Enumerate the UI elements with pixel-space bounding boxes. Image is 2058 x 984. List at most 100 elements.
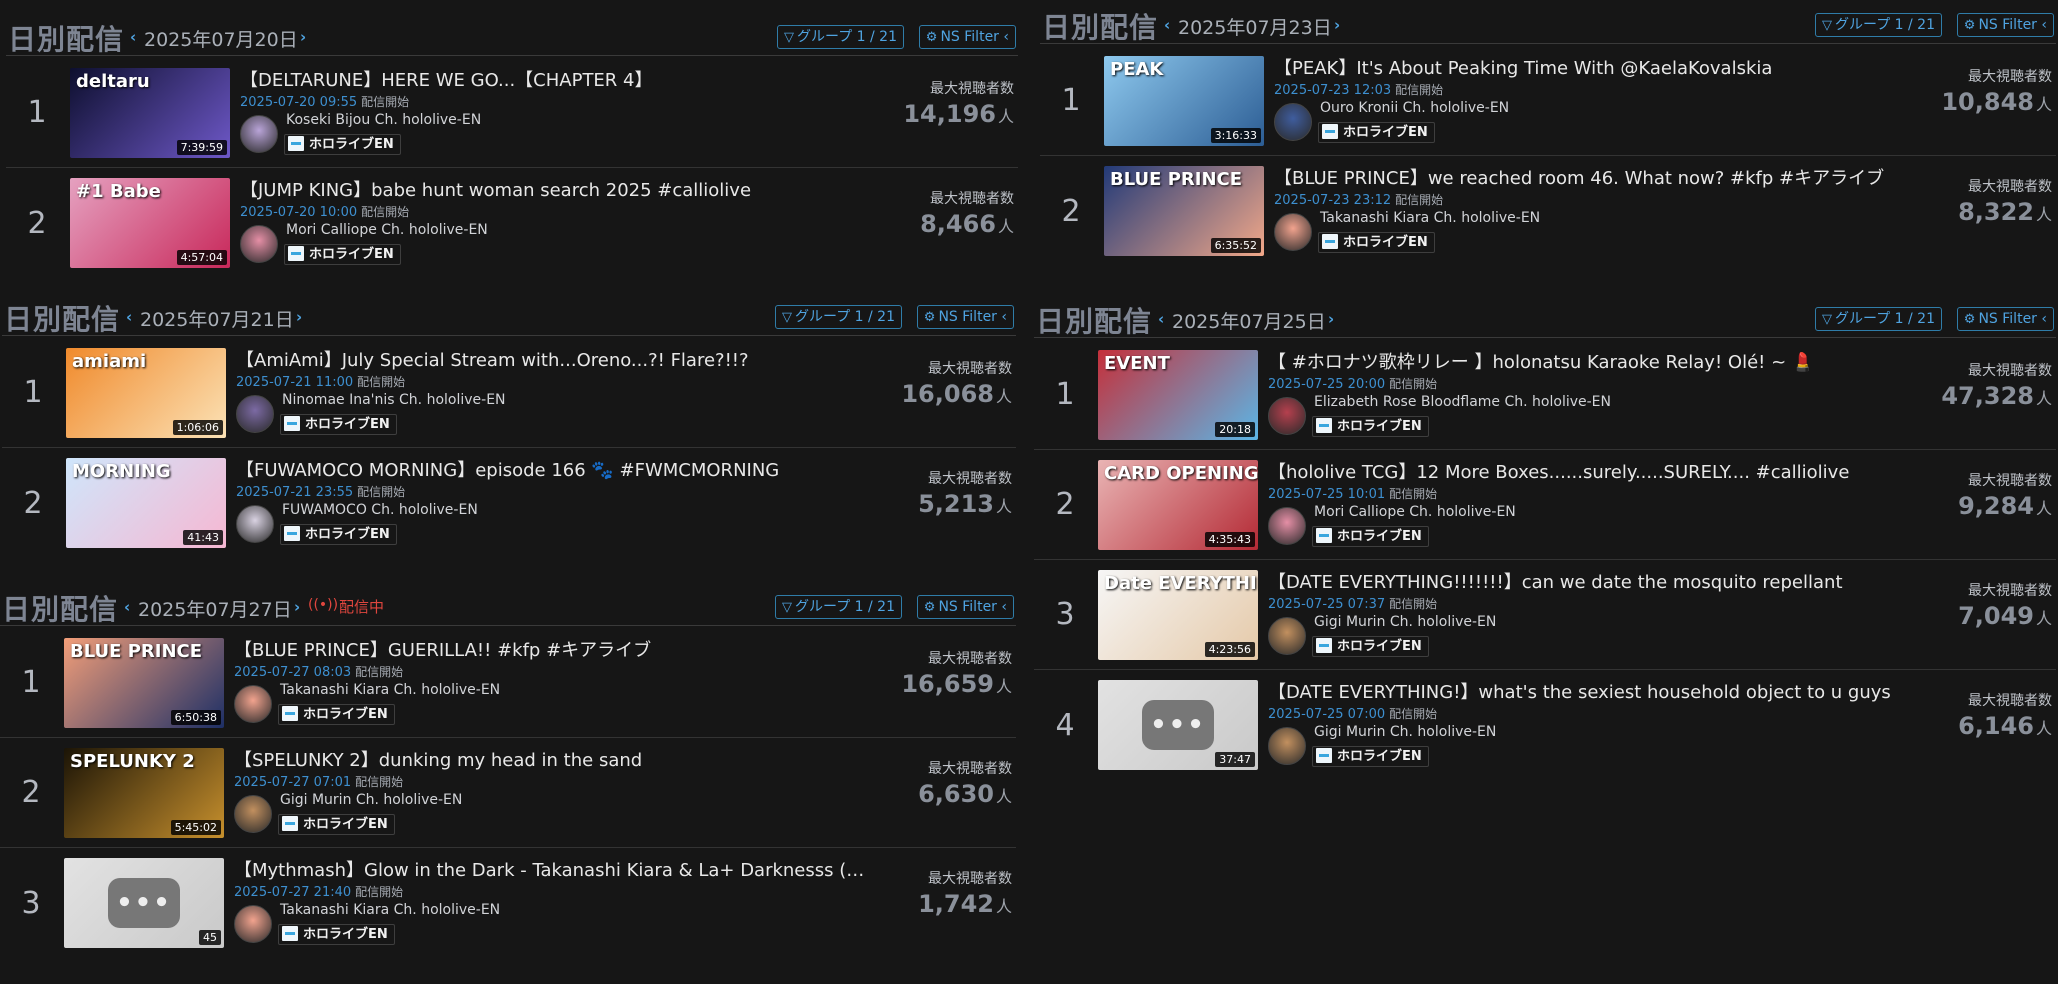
- prev-day-chevron-icon[interactable]: ‹: [130, 28, 136, 46]
- channel-name-link[interactable]: Takanashi Kiara Ch. hololive-EN: [280, 682, 500, 698]
- stream-list-item[interactable]: 2 BLUE PRINCE 6:35:52 【BLUE PRINCE】we reach…: [1040, 156, 2056, 266]
- stream-title-link[interactable]: 【AmiAmi】July Special Stream with...Oreno…: [236, 346, 866, 370]
- video-thumbnail[interactable]: BLUE PRINCE 6:50:38: [64, 638, 224, 728]
- video-thumbnail[interactable]: PEAK 3:16:33: [1104, 56, 1264, 146]
- channel-name-link[interactable]: Ouro Kronii Ch. hololive-EN: [1320, 100, 1509, 116]
- prev-day-chevron-icon[interactable]: ‹: [1164, 16, 1170, 34]
- video-thumbnail[interactable]: #1 Babe 4:57:04: [70, 178, 230, 268]
- ns-filter-button[interactable]: ⚙ NS Filter ‹: [916, 305, 1014, 329]
- ns-filter-button[interactable]: ⚙ NS Filter ‹: [918, 25, 1016, 49]
- channel-avatar[interactable]: [234, 905, 272, 943]
- channel-avatar[interactable]: [1274, 213, 1312, 251]
- group-tag[interactable]: ホロライブEN: [284, 244, 401, 265]
- channel-name-link[interactable]: Mori Calliope Ch. hololive-EN: [286, 222, 488, 238]
- group-tag[interactable]: ホロライブEN: [1318, 122, 1435, 143]
- group-tag[interactable]: ホロライブEN: [1312, 526, 1429, 547]
- video-thumbnail[interactable]: Date EVERYTHING! 4:23:56: [1098, 570, 1258, 660]
- stream-title-link[interactable]: 【JUMP KING】babe hunt woman search 2025 #…: [240, 176, 868, 200]
- stream-list-item[interactable]: 2 SPELUNKY 2 5:45:02 【SPELUNKY 2】dunking my…: [0, 738, 1016, 848]
- stream-list-item[interactable]: 2 #1 Babe 4:57:04 【JUMP KING】babe hunt woma…: [6, 168, 1018, 278]
- video-thumbnail[interactable]: MORNING 41:43: [66, 458, 226, 548]
- next-day-chevron-icon[interactable]: ›: [296, 308, 302, 326]
- group-tag[interactable]: ホロライブEN: [1312, 416, 1429, 437]
- channel-avatar[interactable]: [1274, 103, 1312, 141]
- stream-list-item[interactable]: 3 ••• 45 【Mythmash】Glow in the Dark - Takan…: [0, 848, 1016, 958]
- stream-title-link[interactable]: 【Mythmash】Glow in the Dark - Takanashi K…: [234, 856, 866, 880]
- channel-avatar[interactable]: [234, 795, 272, 833]
- channel-name-link[interactable]: FUWAMOCO Ch. hololive-EN: [282, 502, 478, 518]
- stream-title-link[interactable]: 【PEAK】It's About Peaking Time With @Kael…: [1274, 54, 1906, 78]
- group-tag[interactable]: ホロライブEN: [278, 924, 395, 945]
- stream-title-link[interactable]: 【FUWAMOCO MORNING】episode 166 🐾 #FWMCMOR…: [236, 456, 866, 480]
- group-filter-button[interactable]: ▽ グループ 1 / 21: [775, 305, 902, 329]
- stream-list-item[interactable]: 1 deltaru 7:39:59 【DELTARUNE】HERE WE GO...【…: [6, 58, 1018, 168]
- stream-title-link[interactable]: 【BLUE PRINCE】GUERILLA!! #kfp #キアライブ: [234, 636, 866, 660]
- channel-avatar[interactable]: [1268, 727, 1306, 765]
- stream-list-item[interactable]: 2 MORNING 41:43 【FUWAMOCO MORNING】episode 1…: [2, 448, 1016, 558]
- ns-filter-button[interactable]: ⚙ NS Filter ‹: [1956, 307, 2054, 331]
- video-thumbnail[interactable]: EVENT 20:18: [1098, 350, 1258, 440]
- channel-avatar[interactable]: [234, 685, 272, 723]
- stream-title-link[interactable]: 【SPELUNKY 2】dunking my head in the sand: [234, 746, 866, 770]
- group-tag[interactable]: ホロライブEN: [278, 814, 395, 835]
- channel-name-link[interactable]: Takanashi Kiara Ch. hololive-EN: [1320, 210, 1540, 226]
- channel-avatar[interactable]: [1268, 507, 1306, 545]
- group-tag[interactable]: ホロライブEN: [1318, 232, 1435, 253]
- channel-name-link[interactable]: Gigi Murin Ch. hololive-EN: [1314, 614, 1496, 630]
- group-tag[interactable]: ホロライブEN: [278, 704, 395, 725]
- video-thumbnail[interactable]: CARD OPENING 4:35:43: [1098, 460, 1258, 550]
- channel-avatar[interactable]: [1268, 397, 1306, 435]
- viewer-count-unit: 人: [997, 217, 1014, 236]
- stream-list-item[interactable]: 4 ••• 37:47 【DATE EVERYTHING!】what's the se…: [1034, 670, 2056, 780]
- video-thumbnail[interactable]: ••• 37:47: [1098, 680, 1258, 770]
- stream-title-link[interactable]: 【DELTARUNE】HERE WE GO...【CHAPTER 4】: [240, 66, 868, 90]
- channel-avatar[interactable]: [240, 225, 278, 263]
- next-day-chevron-icon[interactable]: ›: [1328, 310, 1334, 328]
- group-tag[interactable]: ホロライブEN: [284, 134, 401, 155]
- ns-filter-button[interactable]: ⚙ NS Filter ‹: [1956, 13, 2054, 37]
- channel-avatar[interactable]: [236, 505, 274, 543]
- stream-list-item[interactable]: 3 Date EVERYTHING! 4:23:56 【DATE EVERYTHING…: [1034, 560, 2056, 670]
- stream-list-item[interactable]: 1 PEAK 3:16:33 【PEAK】It's About Peaking Tim…: [1040, 46, 2056, 156]
- stream-list-item[interactable]: 1 amiami 1:06:06 【AmiAmi】July Special Strea…: [2, 338, 1016, 448]
- video-thumbnail[interactable]: BLUE PRINCE 6:35:52: [1104, 166, 1264, 256]
- ns-filter-label: NS Filter: [1978, 17, 2037, 33]
- stream-list-item[interactable]: 2 CARD OPENING 4:35:43 【hololive TCG】12 Mor…: [1034, 450, 2056, 560]
- next-day-chevron-icon[interactable]: ›: [300, 28, 306, 46]
- video-thumbnail[interactable]: ••• 45: [64, 858, 224, 948]
- channel-avatar[interactable]: [1268, 617, 1306, 655]
- group-filter-button[interactable]: ▽ グループ 1 / 21: [777, 25, 904, 49]
- stream-title-link[interactable]: 【DATE EVERYTHING!】what's the sexiest hou…: [1268, 678, 1906, 702]
- group-filter-button[interactable]: ▽ グループ 1 / 21: [1815, 13, 1942, 37]
- video-thumbnail[interactable]: SPELUNKY 2 5:45:02: [64, 748, 224, 838]
- group-tag[interactable]: ホロライブEN: [280, 524, 397, 545]
- stream-list-item[interactable]: 1 EVENT 20:18 【 #ホロナツ歌枠リレー 】holonatsu Karao…: [1034, 340, 2056, 450]
- channel-name-link[interactable]: Mori Calliope Ch. hololive-EN: [1314, 504, 1516, 520]
- group-tag[interactable]: ホロライブEN: [1312, 636, 1429, 657]
- stream-title-link[interactable]: 【BLUE PRINCE】we reached room 46. What no…: [1274, 164, 1906, 188]
- stream-title-link[interactable]: 【DATE EVERYTHING!!!!!!!】can we date the …: [1268, 568, 1906, 592]
- prev-day-chevron-icon[interactable]: ‹: [126, 308, 132, 326]
- channel-avatar[interactable]: [236, 395, 274, 433]
- next-day-chevron-icon[interactable]: ›: [294, 598, 300, 616]
- channel-name-link[interactable]: Koseki Bijou Ch. hololive-EN: [286, 112, 481, 128]
- group-tag[interactable]: ホロライブEN: [280, 414, 397, 435]
- group-tag[interactable]: ホロライブEN: [1312, 746, 1429, 767]
- stream-title-link[interactable]: 【hololive TCG】12 More Boxes......surely.…: [1268, 458, 1906, 482]
- channel-name-link[interactable]: Ninomae Ina'nis Ch. hololive-EN: [282, 392, 506, 408]
- prev-day-chevron-icon[interactable]: ‹: [124, 598, 130, 616]
- group-filter-button[interactable]: ▽ グループ 1 / 21: [775, 595, 902, 619]
- channel-name-link[interactable]: Gigi Murin Ch. hololive-EN: [280, 792, 462, 808]
- video-thumbnail[interactable]: amiami 1:06:06: [66, 348, 226, 438]
- video-thumbnail[interactable]: deltaru 7:39:59: [70, 68, 230, 158]
- group-filter-button[interactable]: ▽ グループ 1 / 21: [1815, 307, 1942, 331]
- channel-avatar[interactable]: [240, 115, 278, 153]
- channel-name-link[interactable]: Gigi Murin Ch. hololive-EN: [1314, 724, 1496, 740]
- next-day-chevron-icon[interactable]: ›: [1334, 16, 1340, 34]
- stream-title-link[interactable]: 【 #ホロナツ歌枠リレー 】holonatsu Karaoke Relay! O…: [1268, 348, 1906, 372]
- channel-name-link[interactable]: Takanashi Kiara Ch. hololive-EN: [280, 902, 500, 918]
- ns-filter-button[interactable]: ⚙ NS Filter ‹: [916, 595, 1014, 619]
- channel-name-link[interactable]: Elizabeth Rose Bloodflame Ch. hololive-E…: [1314, 394, 1611, 410]
- stream-list-item[interactable]: 1 BLUE PRINCE 6:50:38 【BLUE PRINCE】GUERILLA…: [0, 628, 1016, 738]
- prev-day-chevron-icon[interactable]: ‹: [1158, 310, 1164, 328]
